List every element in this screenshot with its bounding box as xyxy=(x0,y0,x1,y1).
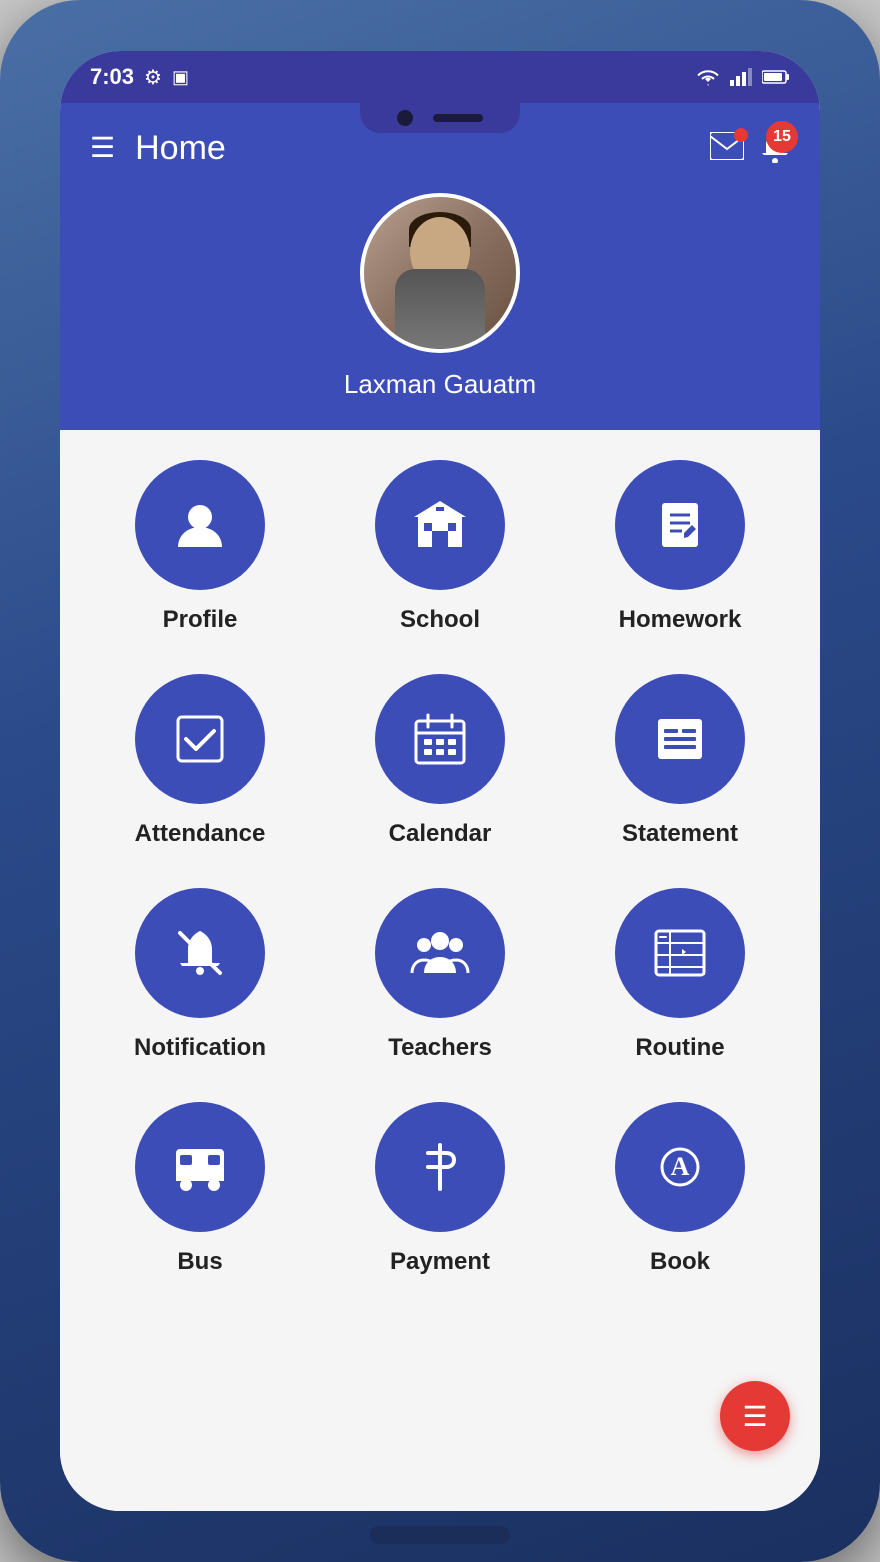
phone-frame: 7:03 ⚙ ▣ xyxy=(0,0,880,1562)
grid-item-school[interactable]: School xyxy=(340,460,540,634)
payment-icon-circle xyxy=(375,1102,505,1232)
teachers-icon-circle xyxy=(375,888,505,1018)
notification-icon-circle xyxy=(135,888,265,1018)
teachers-label: Teachers xyxy=(388,1034,492,1062)
bus-icon xyxy=(170,1137,230,1197)
profile-icon-circle xyxy=(135,460,265,590)
settings-icon: ⚙ xyxy=(144,65,162,90)
routine-label: Routine xyxy=(635,1034,724,1062)
hamburger-menu[interactable]: ☰ xyxy=(90,134,115,162)
notification-label: Notification xyxy=(134,1034,266,1062)
notification-off-icon xyxy=(170,923,230,983)
wifi-icon xyxy=(696,68,720,86)
camera-lens xyxy=(397,110,413,126)
sim-icon: ▣ xyxy=(172,67,189,88)
camera-notch xyxy=(360,103,520,133)
profile-section: Laxman Gauatm xyxy=(60,193,820,430)
grid-row-2: Attendance xyxy=(80,674,800,848)
school-label: School xyxy=(400,606,480,634)
homework-icon xyxy=(650,495,710,555)
home-button[interactable] xyxy=(370,1526,510,1544)
bus-icon-circle xyxy=(135,1102,265,1232)
attendance-icon xyxy=(170,709,230,769)
grid-item-profile[interactable]: Profile xyxy=(100,460,300,634)
book-icon: A xyxy=(650,1137,710,1197)
routine-icon-circle xyxy=(615,888,745,1018)
notification-badge: 15 xyxy=(766,121,798,153)
fab-icon: ☰ xyxy=(742,1400,767,1433)
statement-label: Statement xyxy=(622,820,738,848)
avatar-body xyxy=(395,269,485,349)
routine-icon xyxy=(650,923,710,983)
avatar xyxy=(360,193,520,353)
school-icon-circle xyxy=(375,460,505,590)
grid-row-3: Notification Teachers xyxy=(80,888,800,1062)
payment-label: Payment xyxy=(390,1248,490,1276)
calendar-icon xyxy=(410,709,470,769)
statement-icon xyxy=(650,709,710,769)
fab-button[interactable]: ☰ xyxy=(720,1381,790,1451)
grid-item-routine[interactable]: Routine xyxy=(580,888,780,1062)
profile-name: Laxman Gauatm xyxy=(344,369,536,400)
grid-item-homework[interactable]: Homework xyxy=(580,460,780,634)
grid-item-bus[interactable]: Bus xyxy=(100,1102,300,1276)
calendar-icon-circle xyxy=(375,674,505,804)
grid-item-statement[interactable]: Statement xyxy=(580,674,780,848)
statement-icon-circle xyxy=(615,674,745,804)
header-title: Home xyxy=(135,129,226,168)
grid-item-book[interactable]: A Book xyxy=(580,1102,780,1276)
email-badge-dot xyxy=(734,128,748,142)
battery-icon xyxy=(762,69,790,85)
phone-screen: 7:03 ⚙ ▣ xyxy=(60,51,820,1511)
book-label: Book xyxy=(650,1248,710,1276)
grid-item-attendance[interactable]: Attendance xyxy=(100,674,300,848)
svg-text:A: A xyxy=(671,1152,690,1181)
attendance-icon-circle xyxy=(135,674,265,804)
profile-label: Profile xyxy=(163,606,238,634)
homework-icon-circle xyxy=(615,460,745,590)
homework-label: Homework xyxy=(619,606,742,634)
signal-icon xyxy=(730,68,752,86)
book-icon-circle: A xyxy=(615,1102,745,1232)
profile-icon xyxy=(170,495,230,555)
email-icon-wrap[interactable] xyxy=(710,132,744,165)
attendance-label: Attendance xyxy=(135,820,266,848)
calendar-label: Calendar xyxy=(389,820,492,848)
status-bar: 7:03 ⚙ ▣ xyxy=(60,51,820,103)
bus-label: Bus xyxy=(177,1248,222,1276)
grid-row-1: Profile School xyxy=(80,460,800,634)
grid-item-calendar[interactable]: Calendar xyxy=(340,674,540,848)
grid-item-payment[interactable]: Payment xyxy=(340,1102,540,1276)
school-icon xyxy=(410,495,470,555)
grid-item-teachers[interactable]: Teachers xyxy=(340,888,540,1062)
main-content: Profile School xyxy=(60,430,820,1511)
speaker xyxy=(433,114,483,122)
teachers-icon xyxy=(410,923,470,983)
grid-item-notification[interactable]: Notification xyxy=(100,888,300,1062)
grid-row-4: Bus Payment A xyxy=(80,1102,800,1276)
status-time: 7:03 xyxy=(90,64,134,90)
notification-icon-wrap[interactable]: 15 xyxy=(760,129,790,168)
payment-icon xyxy=(410,1137,470,1197)
